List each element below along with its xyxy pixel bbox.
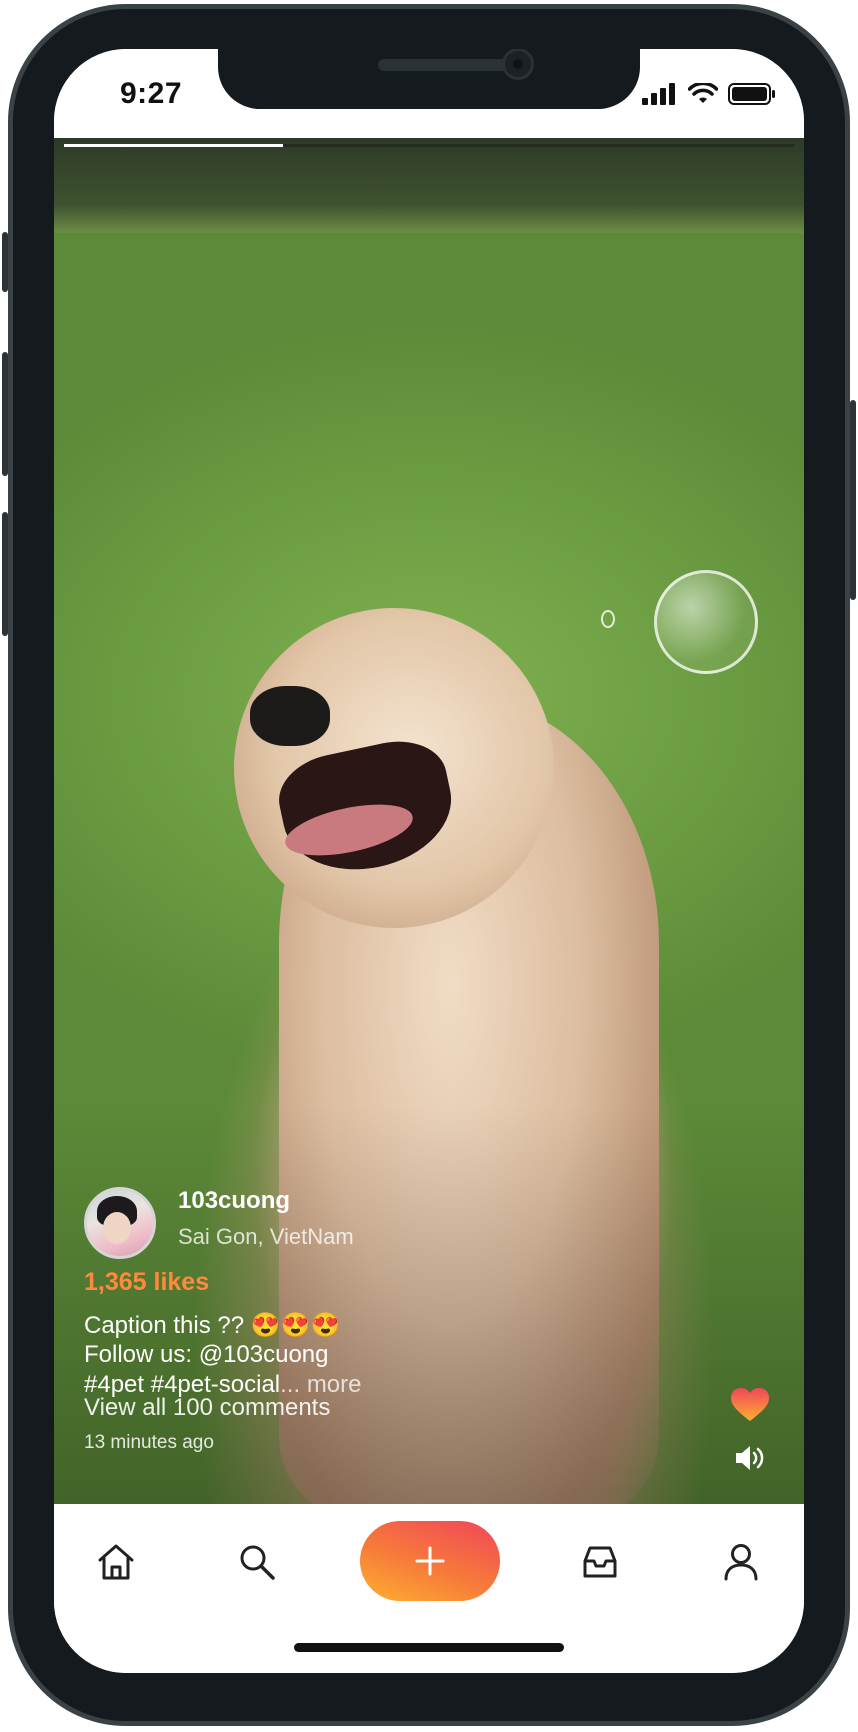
- story-progress-track: [64, 144, 794, 147]
- status-icons: [642, 83, 776, 105]
- earpiece-speaker: [378, 59, 510, 71]
- battery-icon: [728, 83, 775, 105]
- caption-line-2[interactable]: Follow us: @103cuong: [84, 1341, 329, 1369]
- username[interactable]: 103cuong: [178, 1187, 290, 1215]
- heart-icon: [731, 1388, 769, 1421]
- avatar-face: [103, 1212, 131, 1244]
- caption-line-1: Caption this ?? 😍😍😍: [84, 1312, 341, 1339]
- dog-nose: [250, 686, 330, 746]
- home-icon: [98, 1544, 134, 1580]
- avatar[interactable]: [84, 1187, 156, 1259]
- home-indicator[interactable]: [294, 1643, 564, 1652]
- view-comments-link[interactable]: View all 100 comments: [84, 1394, 330, 1422]
- soap-bubble: [654, 570, 758, 674]
- phone-screen: 9:27 103cuong Sai Gon, VietNam 1,365 lik…: [54, 49, 804, 1673]
- volume-down-button: [2, 512, 8, 636]
- front-camera: [502, 49, 534, 80]
- post-media[interactable]: [54, 138, 804, 1504]
- status-time: 9:27: [120, 77, 183, 110]
- speaker-icon: [736, 1446, 764, 1470]
- tab-profile[interactable]: [713, 1534, 769, 1590]
- wifi-icon: [688, 83, 718, 103]
- silent-switch: [2, 232, 8, 292]
- power-button: [850, 400, 856, 600]
- volume-up-button: [2, 352, 8, 476]
- background-trees: [54, 138, 804, 233]
- add-post-button[interactable]: [360, 1521, 500, 1601]
- location[interactable]: Sai Gon, VietNam: [178, 1224, 354, 1250]
- signal-icon: [642, 83, 675, 105]
- story-progress-fill: [64, 144, 283, 147]
- post-timestamp: 13 minutes ago: [84, 1432, 214, 1453]
- add-icon: [415, 1546, 445, 1576]
- like-button[interactable]: [731, 1388, 769, 1422]
- notch: [218, 49, 640, 109]
- tab-home[interactable]: [88, 1534, 144, 1590]
- sound-toggle[interactable]: [734, 1444, 766, 1472]
- likes-count[interactable]: 1,365 likes: [84, 1268, 209, 1297]
- profile-icon: [724, 1544, 758, 1581]
- tab-inbox[interactable]: [572, 1534, 628, 1590]
- inbox-icon: [583, 1546, 617, 1578]
- search-icon: [240, 1545, 275, 1580]
- small-bubble: [601, 610, 615, 628]
- tab-search[interactable]: [229, 1534, 285, 1590]
